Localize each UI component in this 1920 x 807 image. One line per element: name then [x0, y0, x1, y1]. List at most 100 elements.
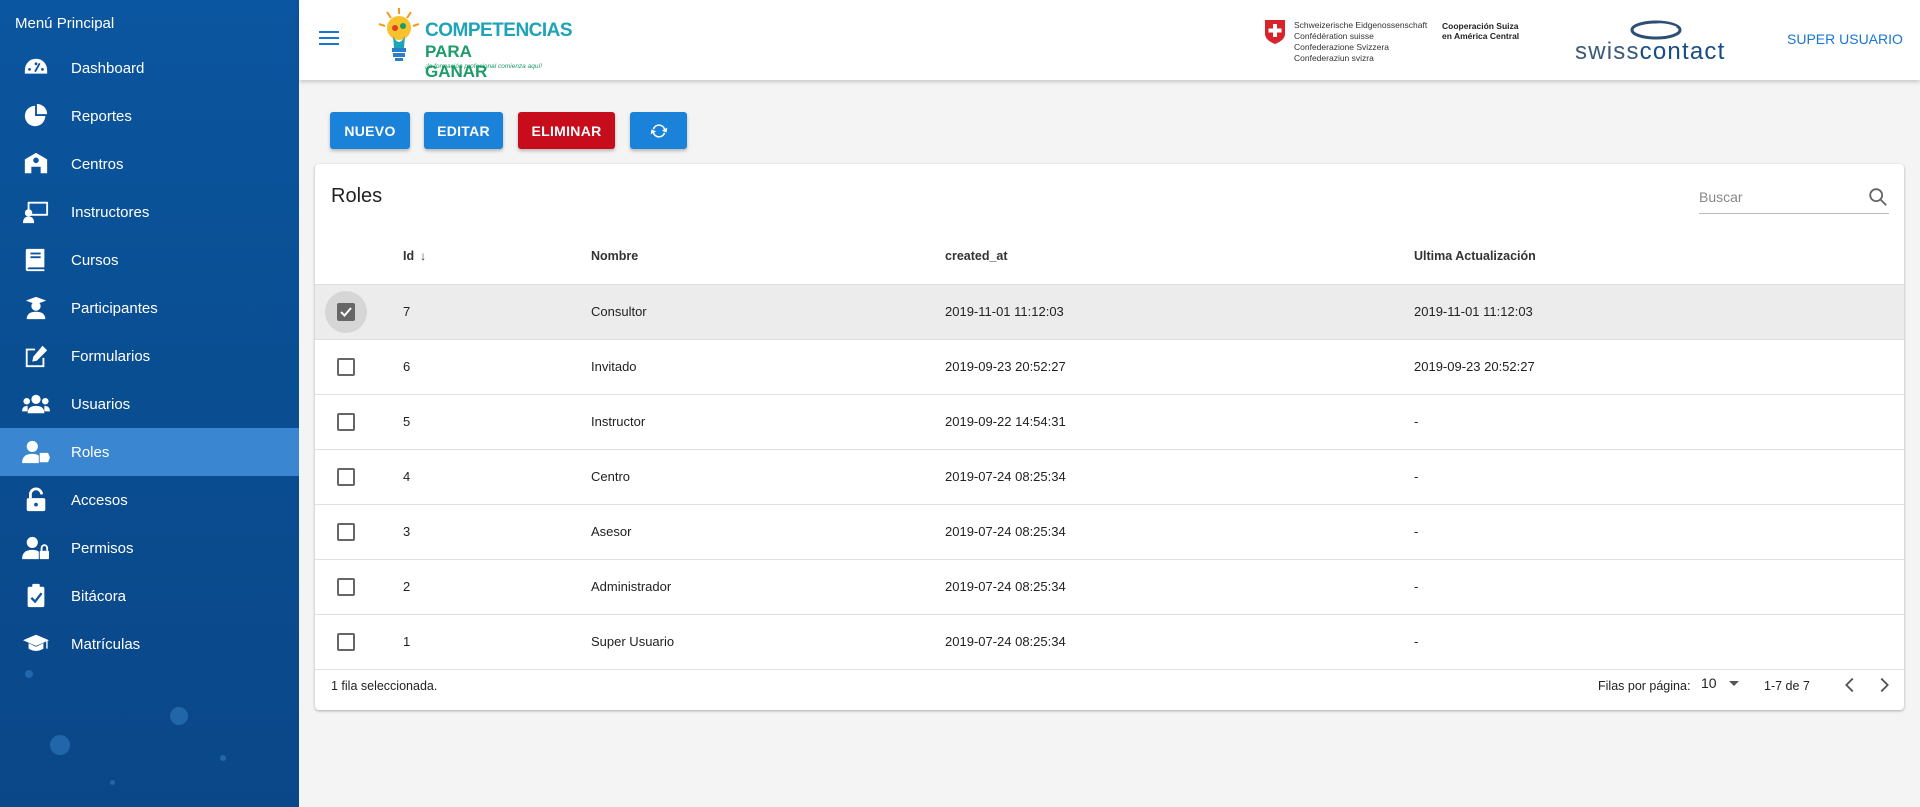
- sidebar-title: Menú Principal: [15, 15, 115, 32]
- cell-id: 6: [403, 339, 591, 395]
- cell-updated: 2019-09-23 20:52:27: [1414, 339, 1904, 395]
- user-tag-icon: [0, 439, 71, 465]
- refresh-button[interactable]: [630, 112, 687, 149]
- row-checkbox[interactable]: [337, 577, 355, 596]
- row-checkbox-wrapper: [325, 456, 367, 498]
- cell-nombre: Invitado: [591, 339, 945, 395]
- table-row[interactable]: 6 Invitado 2019-09-23 20:52:27 2019-09-23 2…: [315, 339, 1904, 395]
- sidebar-item-permisos[interactable]: Permisos: [0, 524, 299, 572]
- graduation-cap-icon: [0, 631, 71, 657]
- previous-page-icon[interactable]: [1839, 674, 1861, 696]
- table-row[interactable]: 2 Administrador 2019-07-24 08:25:34-: [315, 559, 1904, 615]
- sidebar-item-reportes[interactable]: Reportes: [0, 92, 299, 140]
- row-checkbox-wrapper: [325, 511, 367, 553]
- cell-nombre: Administrador: [591, 559, 945, 615]
- cell-id: 5: [403, 394, 591, 450]
- search-icon[interactable]: [1867, 186, 1889, 208]
- sidebar-item-label: Cursos: [71, 251, 119, 269]
- next-page-icon[interactable]: [1873, 674, 1895, 696]
- table-row[interactable]: 7 Consultor 2019-11-01 11:12:03 2019-11-01 …: [315, 284, 1904, 340]
- users-icon: [0, 391, 71, 417]
- column-header-updated[interactable]: Ultima Actualización: [1414, 228, 1904, 285]
- sidebar-item-matriculas[interactable]: Matrículas: [0, 620, 299, 668]
- logo-subtitle: PARA GANAR: [425, 42, 488, 81]
- refresh-icon: [650, 123, 667, 138]
- delete-button[interactable]: ELIMINAR: [518, 112, 615, 149]
- book-icon: [0, 247, 71, 273]
- table-row[interactable]: 5 Instructor 2019-09-22 14:54:31-: [315, 394, 1904, 450]
- cell-id: 7: [403, 284, 591, 340]
- sidebar-item-usuarios[interactable]: Usuarios: [0, 380, 299, 428]
- cell-created-at: 2019-07-24 08:25:34: [945, 449, 1414, 505]
- sidebar-item-label: Dashboard: [71, 59, 145, 77]
- logo-title: COMPETENCIAS: [425, 20, 573, 41]
- row-checkbox[interactable]: [337, 632, 355, 651]
- sidebar-item-dashboard[interactable]: Dashboard: [0, 44, 299, 92]
- edit-form-icon: [0, 343, 71, 369]
- row-checkbox-wrapper: [325, 290, 367, 333]
- dropdown-arrow-icon: [1729, 681, 1740, 686]
- clipboard-check-icon: [0, 583, 71, 609]
- swisscontact-logo: swisscontact: [1575, 38, 1726, 65]
- sidebar-item-participantes[interactable]: Participantes: [0, 284, 299, 332]
- cell-updated: -: [1414, 394, 1904, 450]
- row-checkbox[interactable]: [337, 467, 355, 486]
- checkmark-icon: [340, 306, 352, 317]
- rows-per-page-select[interactable]: 10: [1701, 675, 1740, 691]
- sidebar-item-label: Centros: [71, 155, 124, 173]
- sidebar-item-centros[interactable]: Centros: [0, 140, 299, 188]
- sidebar-item-label: Permisos: [71, 539, 134, 557]
- table-row[interactable]: 4 Centro 2019-07-24 08:25:34-: [315, 449, 1904, 505]
- decorative-bokeh: [220, 755, 226, 761]
- row-checkbox[interactable]: [337, 522, 355, 541]
- sidebar-item-cursos[interactable]: Cursos: [0, 236, 299, 284]
- cell-created-at: 2019-09-22 14:54:31: [945, 394, 1414, 450]
- cell-nombre: Consultor: [591, 284, 945, 340]
- row-checkbox-wrapper: [325, 346, 367, 388]
- table-row[interactable]: 3 Asesor 2019-07-24 08:25:34-: [315, 504, 1904, 560]
- edit-button[interactable]: EDITAR: [424, 112, 503, 149]
- rows-per-page-label: Filas por página:: [1598, 679, 1691, 693]
- column-header-created-at[interactable]: created_at: [945, 228, 1414, 285]
- row-select-cell: [315, 449, 403, 505]
- sidebar-item-bitacora[interactable]: Bitácora: [0, 572, 299, 620]
- sort-arrow-down-icon: ↓: [420, 248, 427, 263]
- menu-toggle-icon[interactable]: [319, 31, 339, 47]
- cell-updated: 2019-11-01 11:12:03: [1414, 284, 1904, 340]
- row-checkbox[interactable]: [337, 302, 355, 321]
- roles-table: Id ↓ Nombre created_at Ultima Actualizaci…: [315, 228, 1904, 670]
- cooperation-text: Cooperación Suiza en América Central: [1442, 21, 1520, 41]
- table-row[interactable]: 1 Super Usuario 2019-07-24 08:25:34-: [315, 614, 1904, 670]
- cell-updated: -: [1414, 559, 1904, 615]
- row-checkbox[interactable]: [337, 412, 355, 431]
- confederation-text: Schweizerische Eidgenossenschaft Confédé…: [1294, 20, 1428, 63]
- column-header-id[interactable]: Id ↓: [403, 228, 591, 285]
- user-menu-button[interactable]: SUPER USUARIO: [1787, 31, 1903, 47]
- sidebar-item-label: Instructores: [71, 203, 150, 221]
- teacher-icon: [0, 199, 71, 225]
- search-input[interactable]: [1699, 182, 1859, 212]
- column-header-nombre[interactable]: Nombre: [591, 228, 945, 285]
- speedometer-icon: [0, 55, 71, 81]
- table-header-row: Id ↓ Nombre created_at Ultima Actualizaci…: [315, 228, 1904, 285]
- sidebar-item-instructores[interactable]: Instructores: [0, 188, 299, 236]
- cell-updated: -: [1414, 614, 1904, 670]
- decorative-bokeh: [110, 780, 115, 785]
- new-button[interactable]: NUEVO: [330, 112, 410, 149]
- sidebar-item-roles[interactable]: Roles: [0, 428, 299, 476]
- swiss-flag-icon: [1265, 20, 1285, 44]
- cell-created-at: 2019-07-24 08:25:34: [945, 504, 1414, 560]
- page-range-text: 1-7 de 7: [1764, 679, 1810, 693]
- row-checkbox[interactable]: [337, 357, 355, 376]
- cell-created-at: 2019-11-01 11:12:03: [945, 284, 1414, 340]
- sidebar-item-label: Roles: [71, 443, 110, 461]
- sidebar-item-formularios[interactable]: Formularios: [0, 332, 299, 380]
- cell-id: 2: [403, 559, 591, 615]
- row-select-cell: [315, 559, 403, 615]
- sidebar-item-label: Reportes: [71, 107, 132, 125]
- cell-updated: -: [1414, 449, 1904, 505]
- roles-table-card: Roles Id↓ Nombre created_at Ultima Actua…: [315, 164, 1904, 710]
- sidebar-item-accesos[interactable]: Accesos: [0, 476, 299, 524]
- cell-nombre: Centro: [591, 449, 945, 505]
- search-box: [1699, 182, 1889, 214]
